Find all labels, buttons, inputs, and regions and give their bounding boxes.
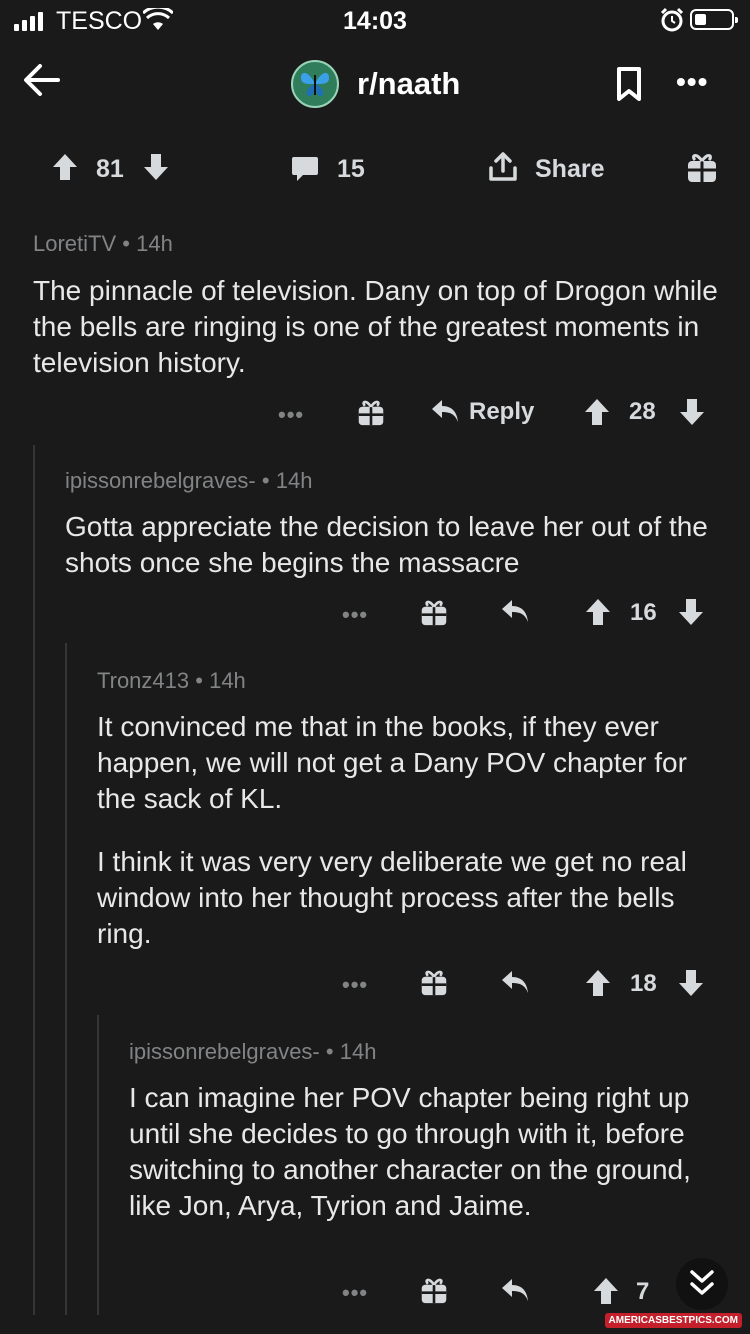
meta-separator: • xyxy=(325,1039,334,1064)
subreddit-avatar[interactable] xyxy=(291,60,339,108)
meta-separator: • xyxy=(261,468,270,493)
bookmark-icon[interactable] xyxy=(616,66,642,102)
comment-paragraph: Gotta appreciate the decision to leave h… xyxy=(65,511,708,578)
alarm-icon xyxy=(660,7,684,32)
comment-paragraph: I can imagine her POV chapter being righ… xyxy=(129,1082,691,1221)
subreddit-name[interactable]: r/naath xyxy=(357,66,460,102)
upvote-icon[interactable] xyxy=(593,1277,619,1305)
reply-button[interactable]: Reply xyxy=(469,398,534,426)
clock: 14:03 xyxy=(343,7,407,35)
downvote-icon[interactable] xyxy=(143,153,169,181)
comment-body: Gotta appreciate the decision to leave h… xyxy=(65,509,725,581)
upvote-icon[interactable] xyxy=(52,153,78,181)
comment-age: 14h xyxy=(209,668,246,693)
award-icon[interactable] xyxy=(686,150,718,184)
comment-meta: ipissonrebelgraves- • 14h xyxy=(65,468,312,494)
double-chevron-down-icon xyxy=(690,1270,714,1295)
comment-score: 28 xyxy=(629,398,656,425)
battery-icon xyxy=(690,9,738,30)
share-button[interactable]: Share xyxy=(535,155,604,184)
comment-meta: Tronz413 • 14h xyxy=(97,668,246,694)
comment-more-button[interactable]: ••• xyxy=(342,602,368,628)
collapse-thread-button[interactable] xyxy=(676,1258,728,1310)
meta-separator: • xyxy=(195,668,203,693)
comment-age: 14h xyxy=(136,231,173,256)
comment-body: I can imagine her POV chapter being righ… xyxy=(129,1080,719,1224)
upvote-icon[interactable] xyxy=(584,398,610,426)
comment-author[interactable]: Tronz413 xyxy=(97,668,189,693)
thread-line[interactable] xyxy=(33,445,35,1315)
watermark: AMERICASBESTPICS.COM xyxy=(604,1313,742,1328)
comment-author[interactable]: ipissonrebelgraves- xyxy=(65,468,256,493)
post-comment-count: 15 xyxy=(337,155,365,183)
award-icon[interactable] xyxy=(357,397,385,427)
comment-age: 14h xyxy=(275,468,313,493)
upvote-icon[interactable] xyxy=(585,598,611,626)
status-bar: TESCO 14:03 xyxy=(0,0,750,42)
thread-line[interactable] xyxy=(65,643,67,1315)
reply-icon[interactable] xyxy=(500,598,530,624)
more-options-button[interactable]: ••• xyxy=(676,66,708,98)
comment-paragraph: I think it was very very deliberate we g… xyxy=(97,846,687,949)
downvote-icon[interactable] xyxy=(678,969,704,997)
comment-icon[interactable] xyxy=(291,155,319,183)
downvote-icon[interactable] xyxy=(678,598,704,626)
comment-paragraph: It convinced me that in the books, if th… xyxy=(97,711,687,814)
comment-paragraph: The pinnacle of television. Dany on top … xyxy=(33,275,718,378)
comment-score: 7 xyxy=(636,1278,650,1305)
back-arrow-icon[interactable] xyxy=(22,60,60,100)
comment-meta: ipissonrebelgraves- • 14h xyxy=(129,1039,376,1065)
comment-more-button[interactable]: ••• xyxy=(342,972,368,998)
comment-body: The pinnacle of television. Dany on top … xyxy=(33,273,723,381)
comment-age: 14h xyxy=(339,1039,377,1064)
award-icon[interactable] xyxy=(420,1275,448,1305)
thread-line[interactable] xyxy=(97,1015,99,1315)
comment-meta: LoretiTV • 14h xyxy=(33,231,173,257)
comment-body: It convinced me that in the books, if th… xyxy=(97,709,717,952)
reply-icon[interactable] xyxy=(500,969,530,995)
comment-score: 18 xyxy=(630,970,657,997)
share-icon[interactable] xyxy=(487,151,519,183)
butterfly-icon xyxy=(300,72,330,97)
comment-score: 16 xyxy=(630,599,657,626)
comment-more-button[interactable]: ••• xyxy=(342,1280,368,1306)
award-icon[interactable] xyxy=(420,597,448,627)
comment-author[interactable]: ipissonrebelgraves- xyxy=(129,1039,320,1064)
reply-icon[interactable] xyxy=(430,398,460,424)
comment-more-button[interactable]: ••• xyxy=(278,402,304,428)
award-icon[interactable] xyxy=(420,967,448,997)
post-vote-count: 81 xyxy=(96,155,124,183)
downvote-icon[interactable] xyxy=(679,398,705,426)
upvote-icon[interactable] xyxy=(585,969,611,997)
meta-separator: • xyxy=(122,231,130,256)
comment-author[interactable]: LoretiTV xyxy=(33,231,116,256)
reply-icon[interactable] xyxy=(500,1277,530,1303)
